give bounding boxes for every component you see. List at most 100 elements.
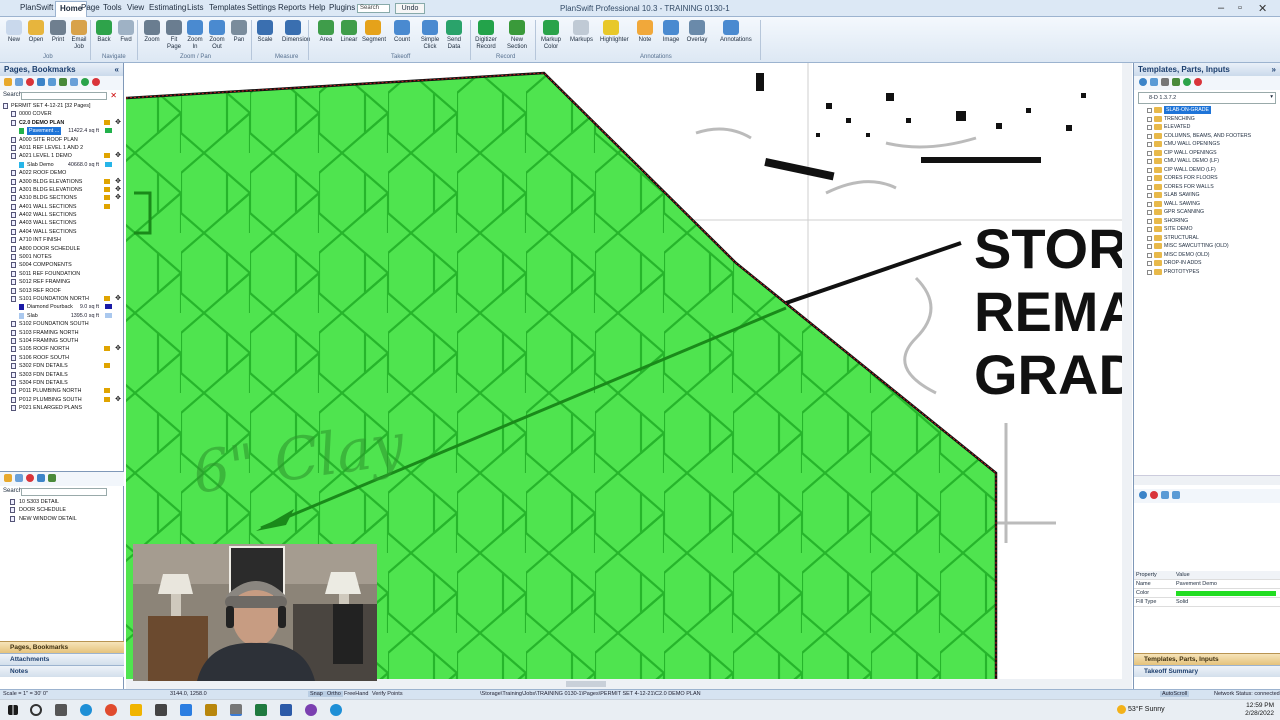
overlay-button[interactable]: Overlay	[686, 20, 708, 44]
verify-points-toggle[interactable]: Verify Points	[372, 691, 403, 697]
move-icon[interactable]: ✥	[115, 396, 121, 404]
weather-widget[interactable]: 53°F Sunny	[1128, 706, 1165, 713]
bookmark-item[interactable]: DOOR SCHEDULE	[0, 506, 124, 514]
page-item[interactable]: S013 REF ROOF	[0, 287, 123, 295]
page-item[interactable]: A011 REF LEVEL 1 AND 2	[0, 144, 123, 152]
digitizer-record-button[interactable]: Digitizer Record	[475, 20, 497, 51]
template-folder[interactable]: ELEVATED	[1134, 123, 1280, 132]
undo-button[interactable]: Undo	[395, 3, 425, 14]
expand-icon[interactable]	[1147, 244, 1152, 249]
move-icon[interactable]: ✥	[115, 178, 121, 186]
page-item[interactable]: P021 ENLARGED PLANS	[0, 404, 123, 412]
move-icon[interactable]: ✥	[115, 119, 121, 127]
expand-icon[interactable]	[1147, 159, 1152, 164]
page-item[interactable]: S103 FRAMING NORTH	[0, 329, 123, 337]
page-item[interactable]: A401 WALL SECTIONS	[0, 203, 123, 211]
fit-page-button[interactable]: Fit Page	[163, 20, 185, 51]
delete-icon[interactable]	[26, 78, 34, 86]
minus-icon[interactable]	[92, 78, 100, 86]
property-row[interactable]: Color	[1134, 589, 1280, 598]
menu-page[interactable]: Page	[81, 3, 100, 12]
scale-button[interactable]: Scale	[254, 20, 276, 44]
template-folder[interactable]: CORES FOR WALLS	[1134, 183, 1280, 192]
page-item[interactable]: A022 ROOF DEMO	[0, 169, 123, 177]
delete-icon[interactable]	[26, 474, 34, 482]
page-item[interactable]: S004 COMPONENTS	[0, 261, 123, 269]
simple-click-button[interactable]: Simple Click	[419, 20, 441, 51]
pages-search-input[interactable]	[21, 92, 107, 100]
page-item[interactable]: A300 BLDG ELEVATIONS ✥	[0, 178, 123, 186]
template-folder[interactable]: CMU WALL OPENINGS	[1134, 140, 1280, 149]
template-folder[interactable]: CORES FOR FLOORS	[1134, 174, 1280, 183]
expand-icon[interactable]	[1147, 235, 1152, 241]
expand-icon[interactable]	[1147, 269, 1152, 275]
template-folder[interactable]: SHORING	[1134, 217, 1280, 226]
menu-lists[interactable]: Lists	[187, 3, 203, 12]
expand-icon[interactable]	[1147, 218, 1152, 224]
settings-icon[interactable]	[1139, 78, 1147, 86]
area-button[interactable]: Area	[315, 20, 337, 44]
sort-icon[interactable]	[59, 78, 67, 86]
dimension-button[interactable]: Dimension	[282, 20, 310, 44]
edge-icon[interactable]	[80, 704, 92, 716]
sort-icon[interactable]	[1172, 78, 1180, 86]
send-data-button[interactable]: Send Data	[443, 20, 465, 51]
expand-icon[interactable]	[1147, 176, 1152, 181]
ortho-toggle[interactable]: Ortho	[325, 691, 343, 697]
expand-icon[interactable]	[1147, 201, 1152, 207]
expand-icon[interactable]	[1147, 227, 1152, 232]
template-folder[interactable]: CIP WALL OPENINGS	[1134, 149, 1280, 158]
folder-icon[interactable]	[4, 474, 12, 482]
move-icon[interactable]: ✥	[115, 152, 121, 160]
page-item[interactable]: P011 PLUMBING NORTH	[0, 387, 123, 395]
template-folder[interactable]: SLAB SAWING	[1134, 191, 1280, 200]
expand-icon[interactable]	[1147, 108, 1152, 113]
page-item[interactable]: S012 REF FRAMING	[0, 278, 123, 286]
template-folder[interactable]: STRUCTURAL	[1134, 234, 1280, 243]
property-value[interactable]	[1176, 591, 1276, 596]
page-item[interactable]: A402 WALL SECTIONS	[0, 211, 123, 219]
menu-planswift[interactable]: PlanSwift	[20, 3, 53, 12]
fwd-button[interactable]: Fwd	[115, 20, 137, 44]
template-folder[interactable]: DROP-IN ADDS	[1134, 259, 1280, 268]
menu-estimating[interactable]: Estimating	[149, 3, 186, 12]
move-icon[interactable]: ✥	[115, 194, 121, 202]
settings-icon[interactable]	[1139, 491, 1147, 499]
add-page-icon[interactable]	[70, 78, 78, 86]
settings-icon[interactable]	[37, 78, 45, 86]
property-value[interactable]: Pavement Demo	[1176, 581, 1217, 587]
search-icon[interactable]	[30, 704, 42, 716]
accordion-takeoff-summary[interactable]: Takeoff Summary	[1134, 665, 1280, 677]
clear-search-icon[interactable]: ✕	[110, 91, 117, 100]
start-icon[interactable]	[8, 705, 18, 715]
new-section-button[interactable]: New Section	[506, 20, 528, 51]
add-icon[interactable]	[15, 474, 23, 482]
page-item[interactable]: S105 ROOF NORTH ✥	[0, 345, 123, 353]
collapse-icon[interactable]: »	[1272, 65, 1276, 74]
plus-icon[interactable]	[1183, 78, 1191, 86]
bookmark-item[interactable]: 10 S303 DETAIL	[0, 498, 124, 506]
page-item[interactable]: A310 BLDG SECTIONS ✥	[0, 194, 123, 202]
page-item[interactable]: A710 INT FINISH	[0, 236, 123, 244]
takeoff-item[interactable]: Slab Demo 40668.0 sq ft	[0, 161, 123, 169]
app-icon[interactable]	[305, 704, 317, 716]
freehand-toggle[interactable]: FreeHand	[344, 691, 368, 697]
template-folder[interactable]: MISC DEMO (OLD)	[1134, 251, 1280, 260]
page-item[interactable]: A800 DOOR SCHEDULE	[0, 245, 123, 253]
plus-icon[interactable]	[81, 78, 89, 86]
delete-icon[interactable]	[1150, 491, 1158, 499]
expand-icon[interactable]	[1147, 184, 1152, 190]
takeoff-item[interactable]: Pavement ... 11422.4 sq ft	[0, 127, 123, 136]
planswift-taskbar-icon[interactable]	[230, 704, 242, 716]
email-job-button[interactable]: Email Job	[68, 20, 90, 51]
page-item[interactable]: S011 REF FOUNDATION	[0, 270, 123, 278]
expand-icon[interactable]	[1147, 252, 1152, 258]
segment-button[interactable]: Segment	[362, 20, 386, 44]
task-view-icon[interactable]	[55, 704, 67, 716]
bookmark-item[interactable]: NEW WINDOW DETAIL	[0, 515, 124, 523]
page-item[interactable]: A404 WALL SECTIONS	[0, 228, 123, 236]
excel-icon[interactable]	[255, 704, 267, 716]
print-button[interactable]: Print	[47, 20, 69, 44]
image-button[interactable]: Image	[660, 20, 682, 44]
accordion-templates[interactable]: Templates, Parts, Inputs	[1134, 653, 1280, 665]
